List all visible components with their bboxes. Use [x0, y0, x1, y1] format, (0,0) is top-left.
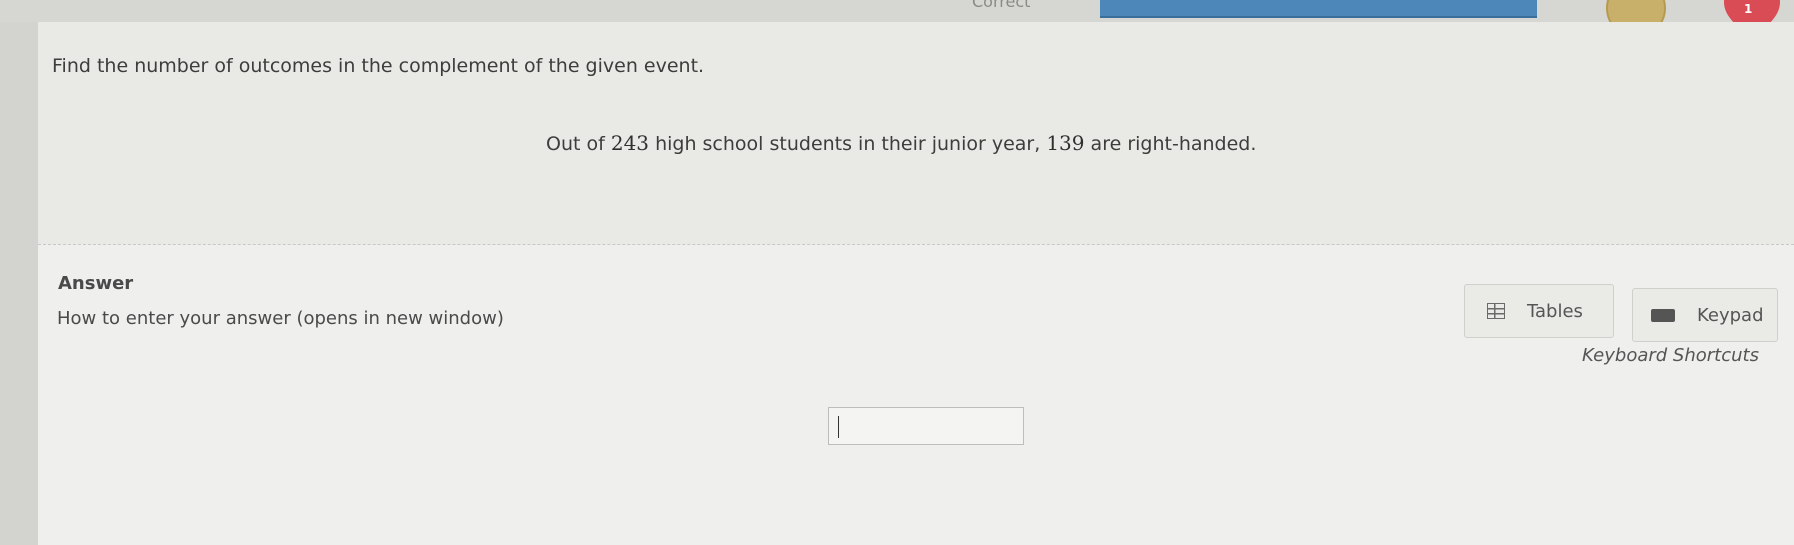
keyboard-shortcuts-link[interactable]: Keyboard Shortcuts [1582, 345, 1759, 366]
status-text: Correct [972, 0, 1031, 11]
progress-bar [1100, 0, 1537, 18]
help-link[interactable]: How to enter your answer (opens in new w… [57, 308, 504, 329]
keypad-button[interactable]: Keypad [1632, 288, 1778, 342]
table-icon [1487, 303, 1505, 319]
problem-prefix: Out of [546, 133, 611, 155]
hearts-count: 1 [1744, 2, 1753, 16]
top-bar: Correct 1 [0, 0, 1794, 38]
question-prompt: Find the number of outcomes in the compl… [52, 55, 705, 77]
answer-input[interactable] [828, 407, 1024, 445]
problem-count: 139 [1046, 131, 1085, 155]
problem-middle: high school students in their junior yea… [649, 133, 1047, 155]
keypad-icon [1651, 308, 1675, 322]
tables-button[interactable]: Tables [1464, 284, 1614, 338]
problem-statement: Out of 243 high school students in their… [546, 131, 1256, 155]
left-strip [0, 22, 38, 545]
text-caret [838, 416, 839, 438]
problem-total: 243 [610, 131, 650, 155]
keypad-label: Keypad [1697, 304, 1764, 326]
answer-heading: Answer [58, 273, 134, 294]
tables-label: Tables [1527, 300, 1583, 322]
problem-suffix: are right-handed. [1084, 133, 1257, 155]
